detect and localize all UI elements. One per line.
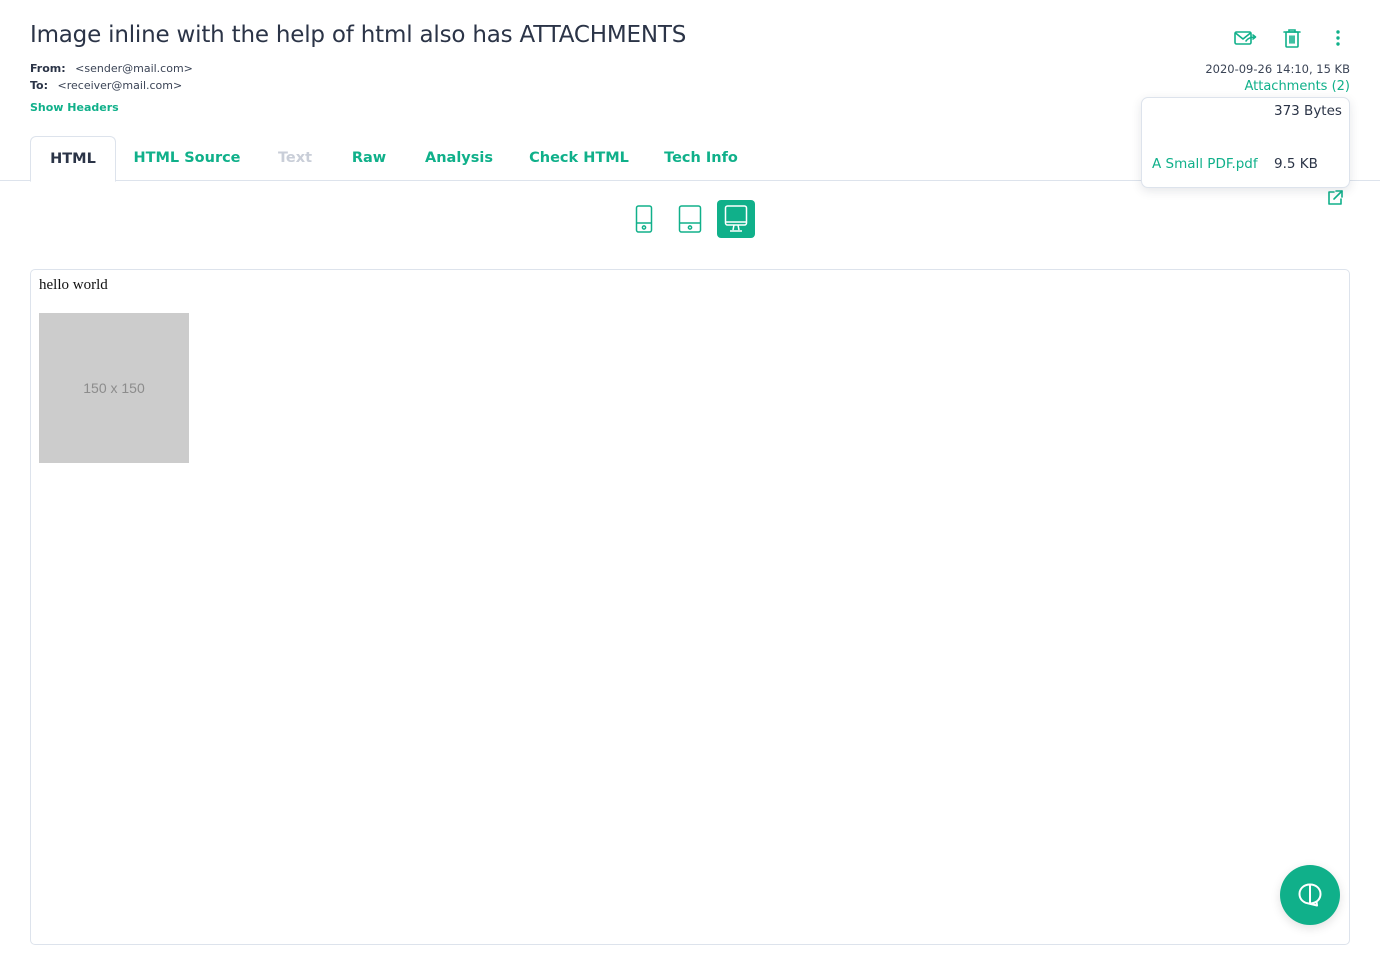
chat-support-button[interactable] (1280, 865, 1340, 925)
to-row: To: <receiver@mail.com> (30, 79, 182, 92)
tablet-icon (678, 205, 702, 233)
external-link-icon (1328, 190, 1343, 205)
device-mode-switcher (625, 200, 755, 238)
email-body-text: hello world (39, 277, 108, 293)
forward-button[interactable] (1234, 26, 1258, 50)
email-actions (1234, 26, 1350, 50)
attachments-link[interactable]: Attachments (2) (1244, 79, 1350, 94)
attachment-size: 9.5 KB (1274, 156, 1318, 172)
tab-tech-info[interactable]: Tech Info (656, 136, 746, 181)
trash-icon (1283, 29, 1301, 48)
inline-image-placeholder: 150 x 150 (39, 313, 189, 463)
more-button[interactable] (1326, 26, 1350, 50)
more-vertical-icon (1336, 30, 1340, 46)
tab-analysis[interactable]: Analysis (414, 136, 504, 181)
attachments-popover: 373 Bytes A Small PDF.pdf 9.5 KB (1141, 97, 1350, 188)
to-value: <receiver@mail.com> (57, 79, 183, 92)
tab-text: Text (277, 150, 313, 166)
image-placeholder-label: 150 x 150 (83, 380, 145, 396)
desktop-icon (724, 205, 748, 232)
attachment-item[interactable]: A Small PDF.pdf 9.5 KB (1142, 156, 1349, 172)
mobile-view-button[interactable] (625, 200, 663, 238)
desktop-view-button[interactable] (717, 200, 755, 238)
attachment-name[interactable]: A Small PDF.pdf (1152, 156, 1258, 172)
email-subject: Image inline with the help of html also … (30, 22, 687, 48)
date-and-size: 2020-09-26 14:10, 15 KB (1205, 62, 1350, 76)
mobile-icon (635, 205, 653, 233)
email-preview-frame: hello world 150 x 150 (30, 269, 1350, 945)
tablet-view-button[interactable] (671, 200, 709, 238)
delete-button[interactable] (1280, 26, 1304, 50)
open-in-new-window-button[interactable] (1326, 189, 1344, 207)
chat-bubble-icon (1298, 883, 1322, 907)
to-label: To: (30, 79, 48, 92)
from-value: <sender@mail.com> (75, 62, 193, 75)
forward-mail-icon (1234, 31, 1257, 45)
show-headers-link[interactable]: Show Headers (30, 101, 119, 114)
tab-html[interactable]: HTML (30, 136, 116, 182)
tab-html-source[interactable]: HTML Source (126, 136, 248, 181)
tab-raw[interactable]: Raw (342, 136, 396, 181)
attachment-size: 373 Bytes (1274, 103, 1342, 119)
from-label: From: (30, 62, 66, 75)
from-row: From: <sender@mail.com> (30, 62, 193, 75)
tab-check-html[interactable]: Check HTML (522, 136, 636, 181)
